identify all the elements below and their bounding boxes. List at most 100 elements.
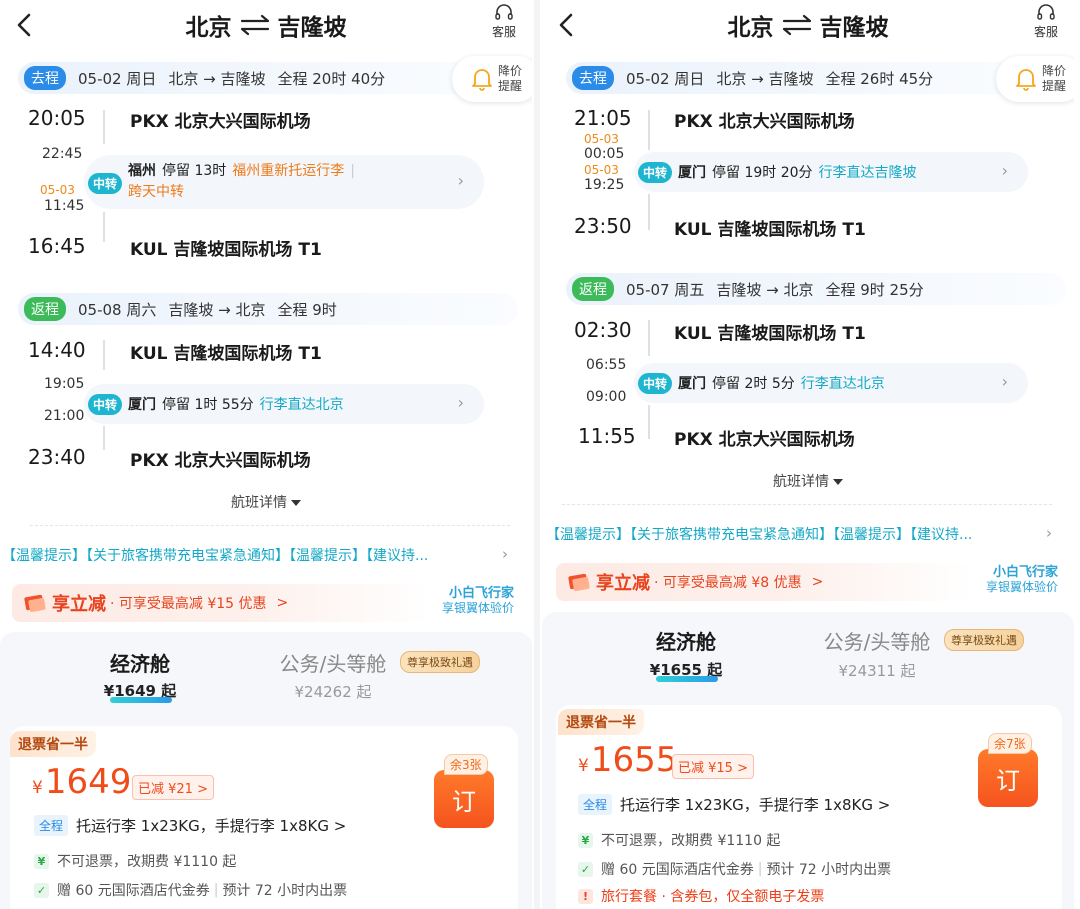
active-tab-indicator [110,697,172,703]
outbound-stop-duration: 停留 19时 20分 [712,165,813,181]
discount-badge[interactable]: 已减 ¥15 > [672,754,754,779]
price-value: 1655 [590,740,678,780]
tab-economy[interactable]: 经济舱 [80,648,200,677]
outbound-departure-airport: PKX 北京大兴国际机场 [674,112,855,132]
return-transfer-row[interactable]: 中转 厦门 停留 2时 5分 行李直达北京 › [634,363,1028,403]
refund-rule-text: 不可退票，改期费 ¥1110 起 [601,833,781,849]
outbound-duration: 全程 20时 40分 [277,69,386,88]
round-trip-arrows-icon [782,14,811,36]
yen-icon: ¥ [578,832,593,848]
book-button[interactable]: 订 [978,749,1038,807]
tab-business-first[interactable]: 公务/头等舱 [270,648,396,677]
chevron-right-icon[interactable]: › [1046,524,1052,542]
panel-divider [534,0,540,909]
outbound-departure-time: 21:05 [574,106,632,130]
tab-business-first[interactable]: 公务/头等舱 [814,626,940,655]
transfer-badge: 中转 [638,372,673,394]
promo-banner[interactable]: 享立减 · 可享受最高减 ¥8 优惠 > [556,563,972,601]
chevron-right-icon: › [457,171,464,190]
promo-banner[interactable]: 享立减 · 可享受最高减 ¥15 优惠 > [12,584,430,622]
outbound-stop-city: 福州 [128,163,157,179]
outbound-departure-airport: PKX 北京大兴国际机场 [130,112,311,132]
baggage-scope-tag: 全程 [578,794,613,815]
voucher-rule: ✓ 赠 60 元国际酒店代金券 | 预计 72 小时内出票 [34,880,347,900]
outbound-overnight-note: 跨天中转 [128,184,185,200]
price-alert-label-line1: 降价 [1041,64,1066,78]
return-departure-airport: KUL 吉隆坡国际机场 T1 [130,344,322,364]
voucher-text: 赠 60 元国际酒店代金券 [57,883,210,899]
outbound-arrival-time: 16:45 [28,234,86,258]
chevron-right-icon: › [1001,161,1008,180]
vip-badge: 尊享极致礼遇 [400,651,480,673]
return-arrival-time: 11:55 [578,424,636,448]
membership-promo[interactable]: 小白飞行家 享银翼体验价 [432,586,514,616]
customer-service-button[interactable]: 客服 [484,4,524,40]
return-departure-time: 14:40 [28,338,86,362]
promo-text: · 可享受最高减 ¥15 优惠 [110,596,267,612]
return-departure-airport: KUL 吉隆坡国际机场 T1 [674,324,866,344]
notice-banner[interactable]: 【温馨提示】【关于旅客携带充电宝紧急通知】【温馨提示】【建议持... [2,545,428,565]
return-header: 返程 05-07 周五 吉隆坡 → 北京 全程 9时 25分 [566,273,1066,305]
chevron-right-icon[interactable]: › [502,545,508,563]
discount-badge[interactable]: 已减 ¥21 > [132,775,214,800]
membership-benefit: 享银翼体验价 [441,601,514,615]
check-icon: ✓ [34,882,49,898]
baggage-info[interactable]: 全程 托运行李 1x23KG，手提行李 1x8KG > [34,815,346,836]
outbound-transfer-row[interactable]: 中转 福州 停留 13时 福州重新托运行李 | 跨天中转 › [84,155,484,209]
timeline-line [103,426,105,450]
baggage-text: 托运行李 1x23KG，手提行李 1x8KG > [620,796,891,814]
return-stop-note: 行李直达北京 [800,376,885,392]
book-button[interactable]: 订 [434,770,494,828]
outbound-arrival-time: 23:50 [574,214,632,238]
return-transfer-row[interactable]: 中转 厦门 停留 1时 55分 行李直达北京 › [84,384,484,424]
outbound-stop-depart-time: 11:45 [44,198,85,214]
flight-details-link[interactable]: 航班详情 [0,492,532,512]
outbound-stop-arrive-time: 22:45 [42,146,83,162]
baggage-text: 托运行李 1x23KG，手提行李 1x8KG > [76,817,347,835]
membership-promo[interactable]: 小白飞行家 享银翼体验价 [974,565,1058,595]
fare-price: ¥1649 [32,762,131,802]
chevron-right-icon: › [457,393,464,412]
return-route: 吉隆坡 → 北京 [168,300,266,319]
price-alert-label-line1: 降价 [497,64,522,78]
return-stop-city: 厦门 [128,397,157,413]
refund-rule: ¥ 不可退票，改期费 ¥1110 起 [578,830,780,850]
promo-arrow: > [276,595,289,611]
outbound-stop-arrive-time: 00:05 [584,146,625,162]
return-tag: 返程 [24,297,66,321]
price-currency: ¥ [32,778,43,798]
return-arrival-airport: PKX 北京大兴国际机场 [130,451,311,471]
tab-economy[interactable]: 经济舱 [626,626,746,655]
baggage-info[interactable]: 全程 托运行李 1x23KG，手提行李 1x8KG > [578,794,890,815]
outbound-departure-time: 20:05 [28,106,86,130]
price-value: 1649 [44,762,132,802]
customer-service-button[interactable]: 客服 [1026,4,1066,40]
package-rule: ! 旅行套餐 · 含券包，仅全额电子发票 [578,886,824,906]
return-departure-time: 02:30 [574,318,632,342]
return-stop-city: 厦门 [678,376,707,392]
price-alert-button[interactable]: 降价 提醒 [452,56,532,102]
flight-details-link[interactable]: 航班详情 [542,471,1074,491]
outbound-transfer-row[interactable]: 中转 厦门 停留 19时 20分 行李直达吉隆坡 › [634,152,1028,192]
membership-name: 小白飞行家 [448,586,514,601]
transfer-badge: 中转 [88,393,123,415]
return-header: 返程 05-08 周六 吉隆坡 → 北京 全程 9时 [18,293,518,325]
membership-benefit: 享银翼体验价 [985,580,1058,594]
notice-banner[interactable]: 【温馨提示】【关于旅客携带充电宝紧急通知】【温馨提示】【建议持... [546,524,972,544]
timeline-line [648,110,650,150]
voucher-text: 赠 60 元国际酒店代金券 [601,862,754,878]
headset-icon [1037,4,1055,20]
promo-title: 享立减 [52,594,106,615]
seats-remaining-badge: 余3张 [444,754,488,775]
timeline-line [103,340,105,370]
price-alert-button[interactable]: 降价 提醒 [996,56,1074,102]
refund-rule-text: 不可退票，改期费 ¥1110 起 [57,854,237,870]
promo-text: · 可享受最高减 ¥8 优惠 [654,575,802,591]
return-stop-depart-time: 21:00 [44,408,85,424]
price-currency: ¥ [578,756,589,776]
page-title: 北京 吉隆坡 [0,8,532,42]
return-date: 05-08 周六 [78,300,157,319]
round-trip-arrows-icon [240,14,269,36]
outbound-stop-note: 行李直达吉隆坡 [818,165,917,181]
outbound-tag: 去程 [24,66,66,90]
